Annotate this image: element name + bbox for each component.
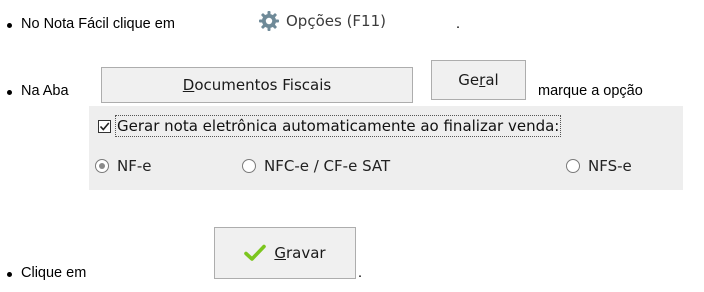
auto-nfe-label: Gerar nota eletrônica automaticamente ao… — [115, 115, 562, 137]
step-1-text: No Nota Fácil clique em — [21, 16, 175, 32]
tab-label-post: al — [485, 71, 499, 89]
bullet — [7, 90, 12, 95]
radio-button[interactable] — [242, 159, 256, 173]
step-3-text: Clique em — [21, 265, 87, 281]
opcoes-button[interactable]: Opções (F11) — [258, 6, 386, 36]
tab-geral[interactable]: Ge r al — [431, 60, 526, 100]
step-1-suffix: . — [456, 16, 461, 32]
checkmark-icon — [244, 244, 267, 262]
tab-label: ocumentos Fiscais — [194, 76, 332, 94]
opcoes-label: Opções (F11) — [286, 12, 386, 30]
bullet — [7, 23, 12, 28]
radio-label: NFS-e — [588, 157, 632, 175]
tab-documentos-fiscais[interactable]: Documentos Fiscais — [101, 67, 413, 103]
gear-icon — [258, 10, 280, 32]
gravar-label: Gravar — [274, 244, 325, 262]
radio-button[interactable] — [566, 159, 580, 173]
gravar-mnemonic: G — [274, 244, 286, 262]
radio-label: NFC-e / CF-e SAT — [264, 157, 391, 175]
radio-nfce-cfe-sat[interactable]: NFC-e / CF-e SAT — [242, 154, 390, 178]
step-2-text: Na Aba — [21, 83, 69, 99]
checkmark-icon — [99, 121, 110, 131]
radio-button[interactable] — [95, 159, 109, 173]
radio-nfse[interactable]: NFS-e — [566, 154, 632, 178]
bullet — [7, 272, 12, 277]
radio-label: NF-e — [117, 157, 152, 175]
step-3-suffix: . — [358, 265, 363, 281]
gravar-rest: ravar — [286, 244, 326, 262]
tab-label-pre: Ge — [458, 71, 480, 89]
tab-mnemonic: D — [182, 76, 195, 94]
gravar-button[interactable]: Gravar — [214, 227, 356, 279]
auto-nfe-row[interactable]: Gerar nota eletrônica automaticamente ao… — [98, 114, 562, 138]
radio-nfe[interactable]: NF-e — [95, 154, 152, 178]
step-2-suffix: marque a opção — [538, 83, 643, 99]
auto-nfe-checkbox[interactable] — [98, 119, 111, 133]
nfe-options-panel: Gerar nota eletrônica automaticamente ao… — [89, 106, 683, 190]
